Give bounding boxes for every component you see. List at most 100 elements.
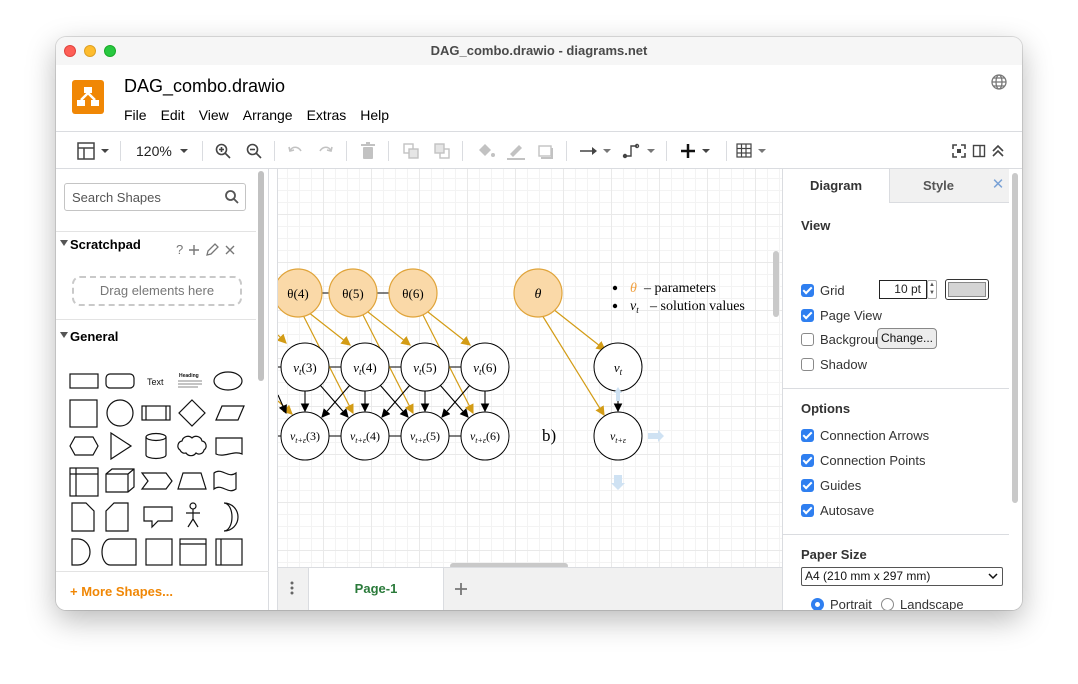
shape-circle[interactable] (106, 399, 134, 427)
autosave-row[interactable]: Autosave (801, 501, 874, 519)
menu-arrange[interactable]: Arrange (243, 107, 293, 123)
v-next-node-4[interactable]: vt+ε(4) (340, 411, 390, 461)
shape-delay[interactable] (71, 538, 91, 566)
shape-heading[interactable]: Heading (178, 373, 202, 388)
shape-rectangle[interactable] (69, 373, 99, 389)
add-icon[interactable] (188, 244, 200, 256)
edit-pencil-icon[interactable] (205, 242, 220, 257)
panel-scrollbar[interactable] (1012, 173, 1018, 503)
shape-card[interactable] (105, 502, 129, 532)
redo-icon[interactable] (317, 140, 335, 162)
portrait-radio-row[interactable]: Portrait (811, 595, 872, 610)
v-next-node-5[interactable]: vt+ε(5) (400, 411, 450, 461)
shadow-checkbox-row[interactable]: Shadow (801, 355, 867, 373)
general-shapes-palette[interactable]: Text Heading (64, 363, 250, 569)
language-globe-icon[interactable] (990, 73, 1008, 94)
shape-data-storage[interactable] (101, 538, 137, 566)
fullscreen-icon[interactable] (951, 140, 967, 162)
shape-ellipse[interactable] (213, 371, 243, 391)
menu-help[interactable]: Help (360, 107, 389, 123)
shape-tape[interactable] (213, 470, 237, 492)
menu-view[interactable]: View (199, 107, 229, 123)
portrait-radio[interactable] (811, 597, 824, 610)
shape-or[interactable] (223, 502, 239, 532)
shape-text[interactable]: Text (147, 377, 164, 387)
grid-checkbox[interactable] (801, 283, 814, 297)
format-panel-toggle-button[interactable] (76, 140, 112, 162)
close-panel-icon[interactable]: ✕ (987, 169, 1009, 203)
grid-checkbox-row[interactable]: Grid (801, 281, 845, 299)
menu-edit[interactable]: Edit (161, 107, 185, 123)
to-back-icon[interactable] (433, 140, 451, 162)
guides-row[interactable]: Guides (801, 476, 861, 494)
shape-step[interactable] (140, 472, 173, 490)
insert-plus-icon[interactable] (680, 140, 714, 162)
menu-extras[interactable]: Extras (307, 107, 347, 123)
page-view-checkbox[interactable] (801, 308, 814, 322)
shape-parallelogram[interactable] (215, 405, 245, 421)
grid-color-button[interactable] (945, 279, 989, 300)
theta-node-6[interactable]: θ(6) (388, 268, 438, 318)
shape-process[interactable] (141, 405, 171, 421)
page-tab-active[interactable]: Page-1 (308, 568, 444, 610)
grid-size-stepper[interactable]: ▲ ▼ (927, 280, 937, 299)
fill-color-icon[interactable] (476, 140, 496, 162)
diagram-legend[interactable]: θ – parameters vt – solution values (612, 281, 745, 315)
shape-triangle[interactable] (110, 431, 133, 461)
connection-points-row[interactable]: Connection Points (801, 451, 926, 469)
diagram-label-b[interactable]: b) (542, 426, 556, 445)
collapse-chevron-icon[interactable] (991, 140, 1005, 162)
v-node-4[interactable]: vt(4) (340, 342, 390, 392)
tab-style[interactable]: Style (889, 169, 987, 203)
delete-icon[interactable] (360, 140, 376, 162)
undo-icon[interactable] (286, 140, 304, 162)
v-node-single[interactable]: vt (593, 342, 643, 392)
table-icon[interactable] (736, 140, 770, 162)
zoom-dropdown[interactable]: 120% (136, 140, 191, 162)
file-name[interactable]: DAG_combo.drawio (124, 76, 285, 97)
line-color-icon[interactable] (506, 140, 526, 162)
autosave-checkbox[interactable] (801, 503, 814, 517)
shape-trapezoid[interactable] (177, 472, 207, 490)
add-page-icon[interactable] (454, 582, 468, 596)
canvas-vertical-scrollbar[interactable] (773, 251, 779, 317)
search-shapes-input[interactable]: Search Shapes (64, 183, 246, 211)
scratchpad-help-button[interactable]: ? (176, 242, 183, 257)
shape-cloud[interactable] (177, 435, 207, 457)
v-node-5[interactable]: vt(5) (400, 342, 450, 392)
sidebar-resize-handle[interactable] (269, 169, 278, 610)
tab-diagram[interactable]: Diagram (783, 169, 889, 203)
v-next-node-3[interactable]: vt+ε(3) (280, 411, 330, 461)
diagram-canvas[interactable]: θ(4) θ(5) θ(6) θ vt(3) vt(4) vt(5) vt(6)… (278, 169, 782, 567)
shape-cube[interactable] (105, 468, 135, 493)
shadow-checkbox[interactable] (801, 357, 814, 371)
shape-document[interactable] (215, 437, 243, 456)
v-node-3[interactable]: vt(3) (280, 342, 330, 392)
to-front-icon[interactable] (402, 140, 420, 162)
more-shapes-button[interactable]: + More Shapes... (56, 571, 269, 610)
sidebar-scrollbar[interactable] (258, 171, 264, 381)
connection-style-icon[interactable] (578, 140, 612, 162)
shape-internal-storage[interactable] (69, 467, 99, 497)
shape-note[interactable] (71, 502, 95, 532)
shape-cylinder[interactable] (145, 432, 167, 460)
toggle-format-panel-icon[interactable] (972, 140, 986, 162)
v-next-node-6[interactable]: vt+ε(6) (460, 411, 510, 461)
page-view-checkbox-row[interactable]: Page View (801, 306, 882, 324)
shape-hexagon[interactable] (69, 436, 99, 456)
v-next-node-single[interactable]: vt+ε (593, 411, 643, 461)
close-icon[interactable] (224, 244, 236, 256)
change-background-button[interactable]: Change... (877, 328, 937, 349)
landscape-radio-row[interactable]: Landscape (881, 595, 964, 610)
shape-container[interactable] (215, 538, 243, 566)
grid-size-input[interactable]: 10 pt (879, 280, 927, 299)
connection-arrows-row[interactable]: Connection Arrows (801, 426, 929, 444)
shape-square[interactable] (69, 399, 98, 428)
shape-square-2[interactable] (145, 538, 173, 566)
guides-checkbox[interactable] (801, 478, 814, 492)
landscape-radio[interactable] (881, 597, 894, 610)
menu-file[interactable]: File (124, 107, 147, 123)
general-header[interactable]: General (56, 325, 256, 349)
scratchpad-drop-area[interactable]: Drag elements here (72, 276, 242, 306)
shadow-icon[interactable] (537, 140, 555, 162)
